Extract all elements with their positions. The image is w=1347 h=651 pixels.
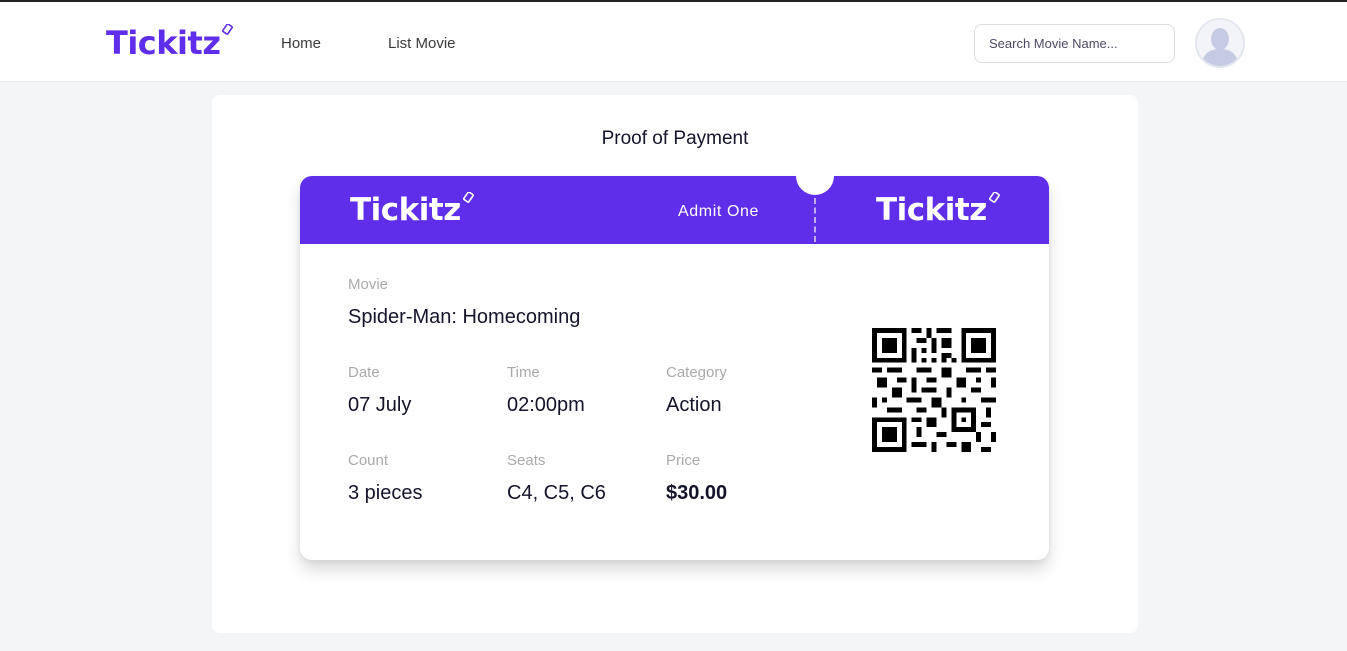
brand-logo-text: Tickitz [106,24,221,62]
qr-code-icon [872,328,996,452]
ticket: Tickitz Admit One Tickitz Movie Spider-M… [300,157,1049,560]
count-value: 3 pieces [348,482,423,504]
time-value: 02:00pm [507,394,585,416]
ticket-logo-right: Tickitz [876,192,1001,228]
ticket-tag-icon [462,192,474,203]
page-title: Proof of Payment [601,128,749,149]
category-label: Category [666,364,727,381]
ticket-perforation [814,198,816,242]
ticket-logo-right-text: Tickitz [876,192,987,228]
ticket-notch [796,157,834,195]
avatar[interactable] [1195,18,1245,68]
nav-home-link[interactable]: Home [281,35,321,52]
price-label: Price [666,452,701,469]
seats-value: C4, C5, C6 [507,482,606,504]
ticket-logo-left: Tickitz [350,192,475,228]
movie-label: Movie [348,276,389,293]
movie-value: Spider-Man: Homecoming [348,306,581,328]
price-value: $30.00 [666,482,728,504]
ticket-tag-icon [222,24,234,35]
seats-label: Seats [507,452,546,469]
date-label: Date [348,364,380,381]
count-label: Count [348,452,389,469]
time-label: Time [507,364,540,381]
date-value: 07 July [348,394,412,416]
nav-list-movie-link[interactable]: List Movie [388,35,456,52]
ticket-header: Tickitz Admit One Tickitz [300,176,1049,244]
payment-card: Proof of Payment Tickitz Admit One Ticki… [212,95,1138,633]
brand-logo[interactable]: Tickitz [106,24,234,62]
navbar: Tickitz Home List Movie [0,2,1347,82]
user-silhouette-icon [1197,20,1243,66]
ticket-tag-icon [988,192,1000,203]
search-input[interactable] [974,24,1175,63]
ticket-logo-left-text: Tickitz [350,192,461,228]
admit-one-label: Admit One [678,203,759,220]
category-value: Action [666,394,722,416]
